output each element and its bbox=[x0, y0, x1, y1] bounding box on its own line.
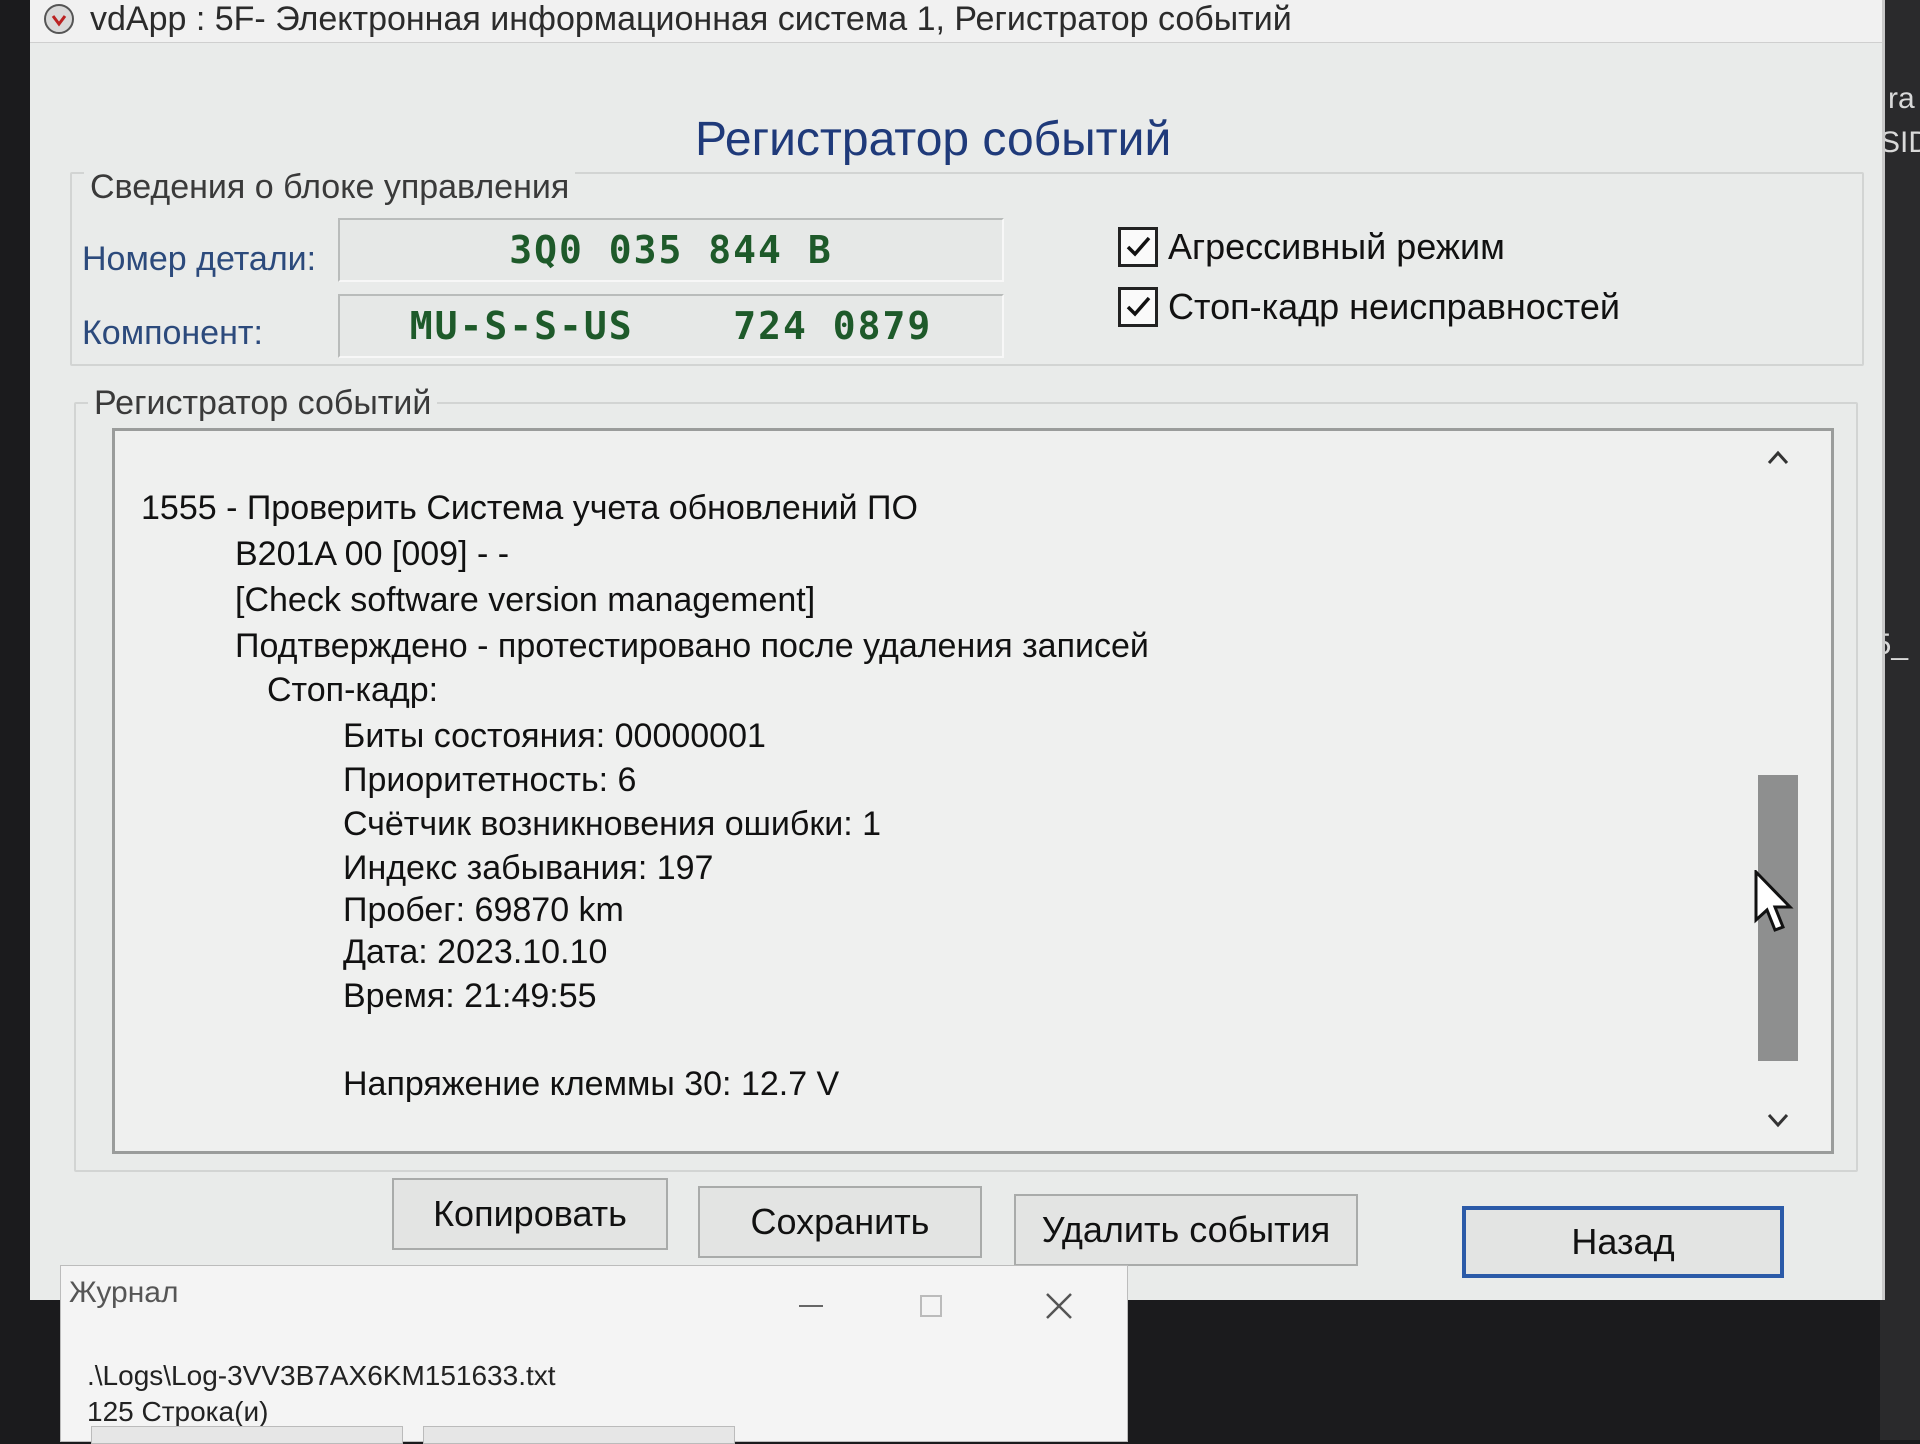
log-line: [Check software version management] bbox=[235, 581, 816, 619]
title-bar[interactable]: vdApp : 5F- Электронная информационная с… bbox=[30, 0, 1882, 43]
aggressive-mode-label: Агрессивный режим bbox=[1168, 226, 1505, 267]
ecu-info-group-label: Сведения о блоке управления bbox=[84, 168, 576, 207]
event-log-scrollbar[interactable] bbox=[1750, 430, 1806, 1146]
minimize-icon[interactable] bbox=[793, 1288, 829, 1324]
checkmark-icon bbox=[1126, 296, 1151, 317]
aggressive-mode-option[interactable]: Агрессивный режим bbox=[1118, 226, 1505, 268]
mouse-cursor-icon bbox=[1754, 870, 1794, 932]
journal-window: Журнал .\Logs\Log-3VV3B7AX6KM151633.txt … bbox=[60, 1265, 1128, 1444]
chevron-up-icon[interactable] bbox=[1764, 444, 1792, 472]
log-line: Приоритетность: 6 bbox=[343, 761, 637, 799]
log-line: Биты состояния: 00000001 bbox=[343, 717, 766, 755]
log-line: Счётчик возникновения ошибки: 1 bbox=[343, 805, 882, 843]
component-field[interactable]: MU-S-S-US 724 0879 bbox=[338, 294, 1004, 358]
freeze-frame-option[interactable]: Стоп-кадр неисправностей bbox=[1118, 286, 1620, 328]
background-fragment: ra bbox=[1888, 82, 1915, 115]
journal-line-count: 125 Строка(и) bbox=[87, 1396, 269, 1427]
window-title: vdApp : 5F- Электронная информационная с… bbox=[90, 0, 1292, 38]
log-line: Стоп-кадр: bbox=[267, 671, 439, 709]
maximize-icon[interactable] bbox=[913, 1288, 949, 1324]
background-fragment: SID bbox=[1880, 126, 1920, 159]
chevron-down-icon[interactable] bbox=[1764, 1106, 1792, 1134]
close-icon[interactable] bbox=[1041, 1288, 1077, 1324]
log-line: B201A 00 [009] - - bbox=[235, 535, 510, 573]
log-line: Время: 21:49:55 bbox=[343, 977, 597, 1015]
log-line: Индекс забывания: 197 bbox=[343, 849, 714, 887]
background-desktop bbox=[1880, 0, 1920, 1440]
event-log-group-label: Регистратор событий bbox=[88, 384, 438, 423]
component-label: Компонент: bbox=[82, 314, 263, 352]
freeze-frame-checkbox[interactable] bbox=[1118, 287, 1158, 327]
event-recorder-window: vdApp : 5F- Электронная информационная с… bbox=[30, 0, 1885, 1300]
part-number-field[interactable]: 3Q0 035 844 B bbox=[338, 218, 1004, 282]
app-icon bbox=[44, 4, 74, 34]
log-line: Пробег: 69870 km bbox=[343, 891, 624, 929]
journal-tab[interactable] bbox=[91, 1426, 403, 1444]
copy-button[interactable]: Копировать bbox=[392, 1178, 668, 1250]
aggressive-mode-checkbox[interactable] bbox=[1118, 227, 1158, 267]
journal-tab[interactable] bbox=[423, 1426, 735, 1444]
page-title: Регистратор событий bbox=[695, 113, 1172, 166]
log-line: Напряжение клеммы 30: 12.7 V bbox=[343, 1065, 840, 1103]
part-number-label: Номер детали: bbox=[82, 240, 317, 278]
event-log-textarea[interactable]: 1555 - Проверить Система учета обновлени… bbox=[112, 428, 1834, 1154]
checkmark-icon bbox=[1126, 236, 1151, 257]
log-line: Подтверждено - протестировано после удал… bbox=[235, 627, 1149, 665]
log-line: 1555 - Проверить Система учета обновлени… bbox=[141, 489, 918, 527]
log-line: Дата: 2023.10.10 bbox=[343, 933, 608, 971]
save-button[interactable]: Сохранить bbox=[698, 1186, 982, 1258]
journal-log-path: .\Logs\Log-3VV3B7AX6KM151633.txt bbox=[87, 1360, 556, 1391]
back-button[interactable]: Назад bbox=[1462, 1206, 1784, 1278]
delete-events-button[interactable]: Удалить события bbox=[1014, 1194, 1358, 1266]
freeze-frame-label: Стоп-кадр неисправностей bbox=[1168, 286, 1620, 327]
journal-title: Журнал bbox=[69, 1276, 179, 1309]
